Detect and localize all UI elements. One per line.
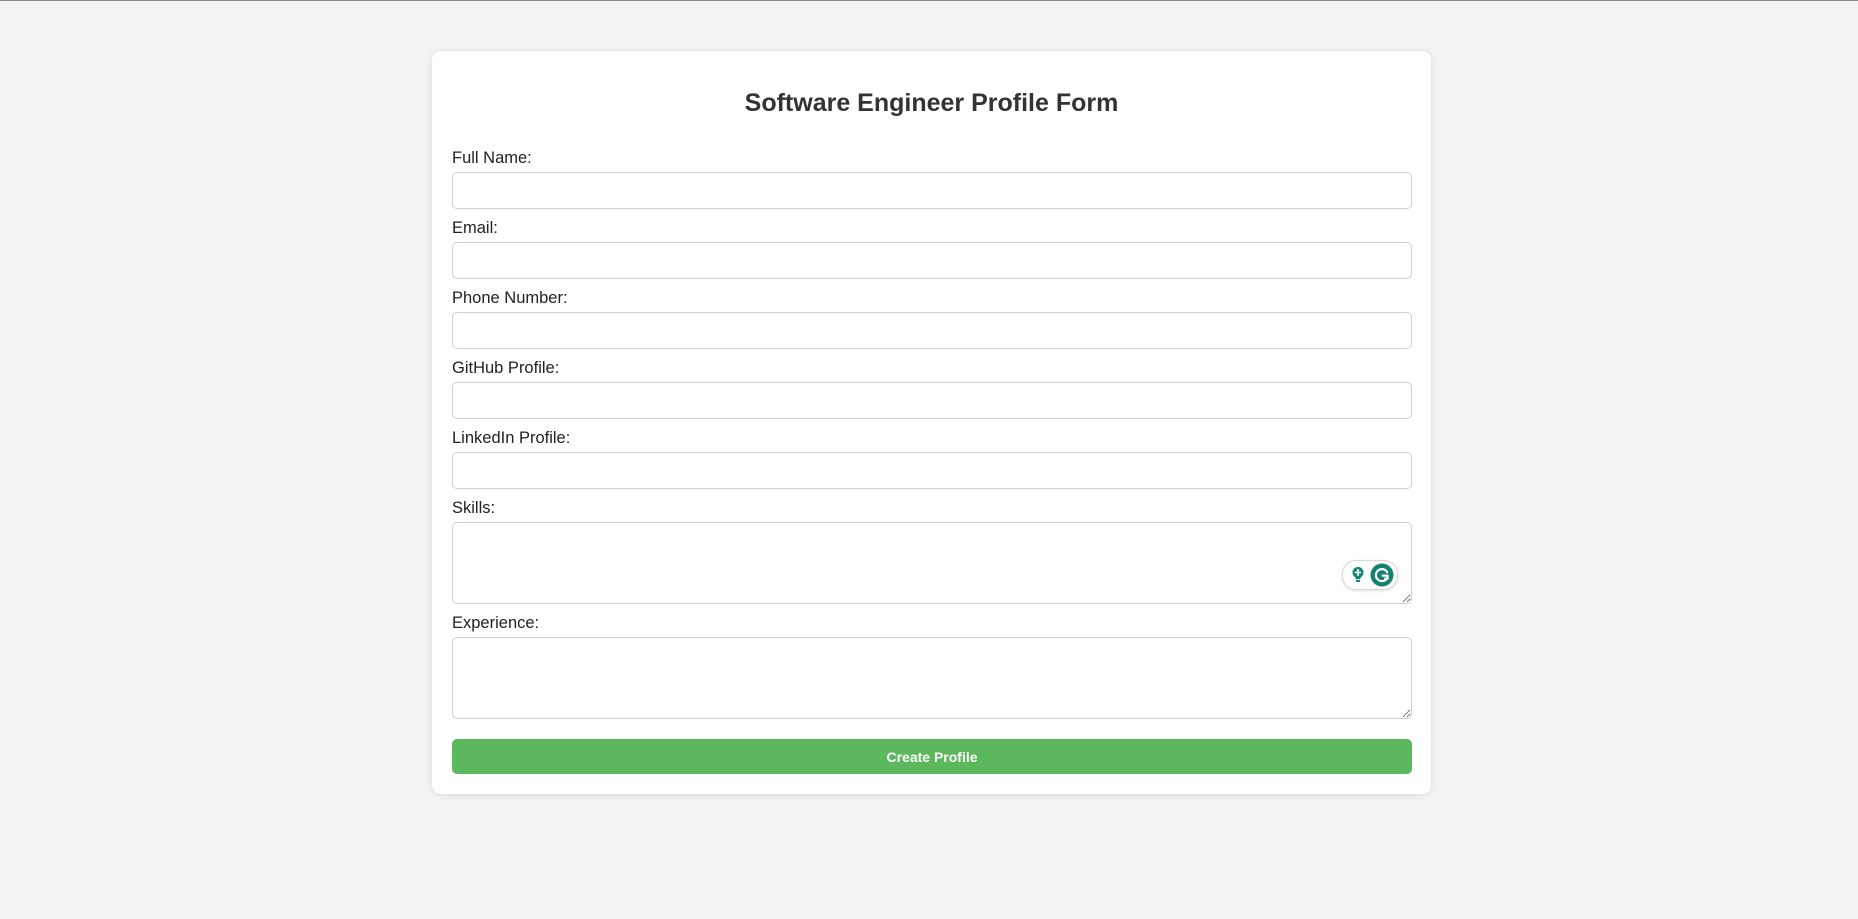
linkedin-profile-input[interactable] — [452, 452, 1412, 489]
phone-number-input[interactable] — [452, 312, 1412, 349]
top-divider — [0, 0, 1858, 1]
skills-textarea[interactable] — [452, 522, 1412, 604]
grammarly-g-icon[interactable] — [1370, 563, 1394, 587]
create-profile-button[interactable]: Create Profile — [452, 739, 1412, 774]
profile-form-card: Software Engineer Profile Form Full Name… — [432, 51, 1431, 794]
email-input[interactable] — [452, 242, 1412, 279]
full-name-input[interactable] — [452, 172, 1412, 209]
linkedin-profile-label: LinkedIn Profile: — [452, 429, 571, 447]
phone-number-label: Phone Number: — [452, 289, 568, 307]
form-title: Software Engineer Profile Form — [744, 89, 1119, 117]
skills-label: Skills: — [452, 499, 496, 517]
grammarly-widget[interactable] — [1342, 560, 1398, 590]
lightbulb-icon[interactable] — [1350, 566, 1366, 584]
github-profile-label: GitHub Profile: — [452, 359, 560, 377]
full-name-label: Full Name: — [452, 149, 532, 167]
email-label: Email: — [452, 219, 498, 237]
github-profile-input[interactable] — [452, 382, 1412, 419]
experience-textarea[interactable] — [452, 637, 1412, 719]
experience-label: Experience: — [452, 614, 540, 632]
